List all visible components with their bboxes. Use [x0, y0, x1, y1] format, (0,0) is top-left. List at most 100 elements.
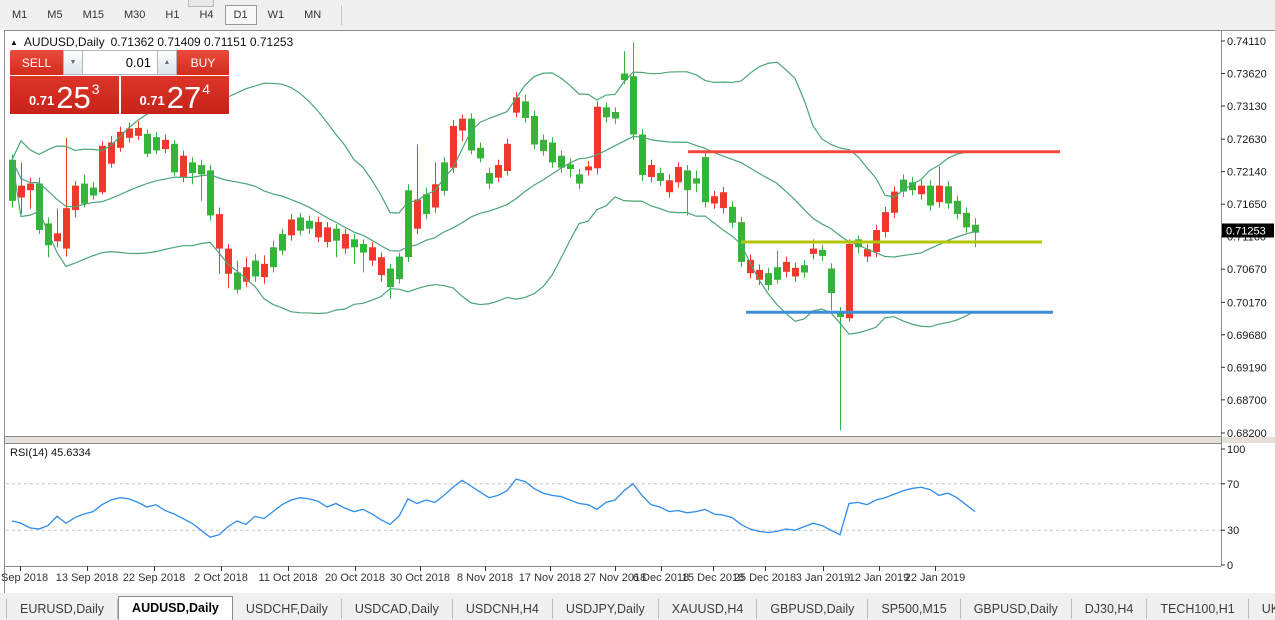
timeframe-button-d1[interactable]: D1 [225, 5, 257, 25]
price-axis-label: 0.72140 [1227, 167, 1267, 179]
bull-candle [306, 221, 313, 229]
buy-price-sup: 4 [202, 81, 210, 97]
timeframe-button-mn[interactable]: MN [295, 5, 330, 25]
buy-button[interactable]: BUY [177, 50, 229, 75]
sell-price-display[interactable]: 0.71 25 3 [10, 76, 119, 114]
timeframe-button-m1[interactable]: M1 [3, 5, 36, 25]
symbol-tab-gbpusd-7[interactable]: GBPUSD,Daily [757, 599, 868, 619]
bull-candle [189, 162, 196, 173]
symbol-tabs: EURUSD,DailyAUDUSD,DailyUSDCHF,DailyUSDC… [0, 596, 1275, 620]
one-click-trade-panel: SELL ▼ ▲ BUY 0.71 25 3 0.71 27 4 [10, 50, 229, 114]
timeframe-toolbar: M1M5M15M30H1H4D1W1MN [0, 0, 1275, 31]
symbol-tab-dj30-10[interactable]: DJ30,H4 [1072, 599, 1148, 619]
date-axis-label: 3 Jan 2019 [796, 572, 850, 584]
bear-candle [261, 264, 268, 277]
symbol-tab-usdjpy-5[interactable]: USDJPY,Daily [553, 599, 659, 619]
bull-candle [90, 188, 97, 196]
bull-candle [396, 257, 403, 280]
bear-candle [324, 227, 331, 242]
timeframe-button-h1[interactable]: H1 [156, 5, 188, 25]
symbol-tab-tech100-11[interactable]: TECH100,H1 [1147, 599, 1248, 619]
bull-candle [801, 265, 808, 272]
bull-candle [639, 135, 646, 175]
buy-price-display[interactable]: 0.71 27 4 [121, 76, 230, 114]
bull-candle [549, 142, 556, 162]
chart-symbol-label: AUDUSD,Daily [24, 35, 105, 49]
collapse-panel-icon[interactable]: ▲ [10, 38, 18, 47]
volume-decrease-button[interactable]: ▼ [63, 50, 83, 75]
buy-price-prefix: 0.71 [139, 93, 164, 108]
bear-candle [675, 167, 682, 182]
date-axis-label: 20 Oct 2018 [325, 572, 385, 584]
bull-candle [297, 217, 304, 230]
price-axis-label: 0.73130 [1227, 101, 1267, 113]
symbol-tab-sp500-8[interactable]: SP500,M15 [868, 599, 960, 619]
chart-title: ▲ AUDUSD,Daily 0.71362 0.71409 0.71151 0… [10, 35, 293, 49]
bear-candle [846, 244, 853, 318]
price-axis-label: 0.69680 [1227, 330, 1267, 342]
bull-candle [486, 173, 493, 184]
symbol-tab-audusd-1[interactable]: AUDUSD,Daily [118, 596, 233, 620]
symbol-tab-usdchf-2[interactable]: USDCHF,Daily [233, 599, 342, 619]
symbol-tab-ukoil-12[interactable]: UKOil,H1 [1249, 599, 1275, 619]
symbol-tab-gbpusd-9[interactable]: GBPUSD,Daily [961, 599, 1072, 619]
date-axis-label: 25 Dec 2018 [734, 572, 796, 584]
symbol-tab-eurusd-0[interactable]: EURUSD,Daily [6, 599, 118, 619]
bull-candle [441, 162, 448, 191]
bear-candle [216, 214, 223, 248]
date-axis-label: 12 Jan 2019 [849, 572, 910, 584]
sell-price-prefix: 0.71 [29, 93, 54, 108]
bear-candle [504, 144, 511, 171]
bull-candle [333, 229, 340, 241]
rsi-axis-label: 0 [1227, 560, 1233, 572]
timeframe-button-h4[interactable]: H4 [190, 5, 222, 25]
bear-candle [108, 142, 115, 163]
current-price-text: 0.71253 [1226, 225, 1266, 237]
date-axis-label: 8 Nov 2018 [457, 572, 513, 584]
volume-increase-button[interactable]: ▲ [157, 50, 177, 75]
bull-candle [531, 116, 538, 145]
rsi-indicator-label: RSI(14) 45.6334 [10, 447, 91, 459]
buy-price-big: 27 [167, 84, 201, 111]
bear-candle [594, 107, 601, 169]
bull-candle [828, 269, 835, 294]
symbol-tab-usdcad-3[interactable]: USDCAD,Daily [342, 599, 453, 619]
bull-candle [171, 144, 178, 173]
volume-input[interactable] [83, 50, 157, 75]
rsi-axis-label: 100 [1227, 444, 1245, 456]
bear-candle [414, 200, 421, 229]
symbol-tab-xauusd-6[interactable]: XAUUSD,H4 [659, 599, 758, 619]
bear-candle [666, 180, 673, 192]
bear-candle [315, 222, 322, 237]
bear-candle [378, 257, 385, 275]
bear-candle [783, 262, 790, 272]
timeframe-button-m30[interactable]: M30 [115, 5, 154, 25]
bull-candle [567, 164, 574, 169]
bear-candle [792, 268, 799, 277]
symbol-tab-usdcnh-4[interactable]: USDCNH,H4 [453, 599, 553, 619]
bear-candle [63, 208, 70, 248]
timeframe-button-w1[interactable]: W1 [259, 5, 294, 25]
bear-candle [162, 140, 169, 149]
timeframe-button-m15[interactable]: M15 [74, 5, 113, 25]
bull-candle [702, 157, 709, 202]
timeframe-button-m5[interactable]: M5 [38, 5, 71, 25]
bear-candle [810, 249, 817, 254]
price-axis-label: 0.70670 [1227, 264, 1267, 276]
price-axis-label: 0.68200 [1227, 428, 1267, 440]
bull-candle [387, 269, 394, 288]
toolbar-separator [341, 5, 342, 25]
bear-candle [369, 247, 376, 260]
bull-candle [765, 273, 772, 285]
sell-price-sup: 3 [92, 81, 100, 97]
bear-candle [585, 166, 592, 170]
bull-candle [657, 173, 664, 181]
sell-button[interactable]: SELL [10, 50, 63, 75]
bull-candle [423, 194, 430, 214]
bull-candle [144, 134, 151, 154]
bull-candle [270, 247, 277, 267]
bull-candle [360, 244, 367, 253]
bull-candle [198, 165, 205, 174]
price-axis-label: 0.74110 [1227, 36, 1266, 48]
bull-candle [522, 101, 529, 118]
